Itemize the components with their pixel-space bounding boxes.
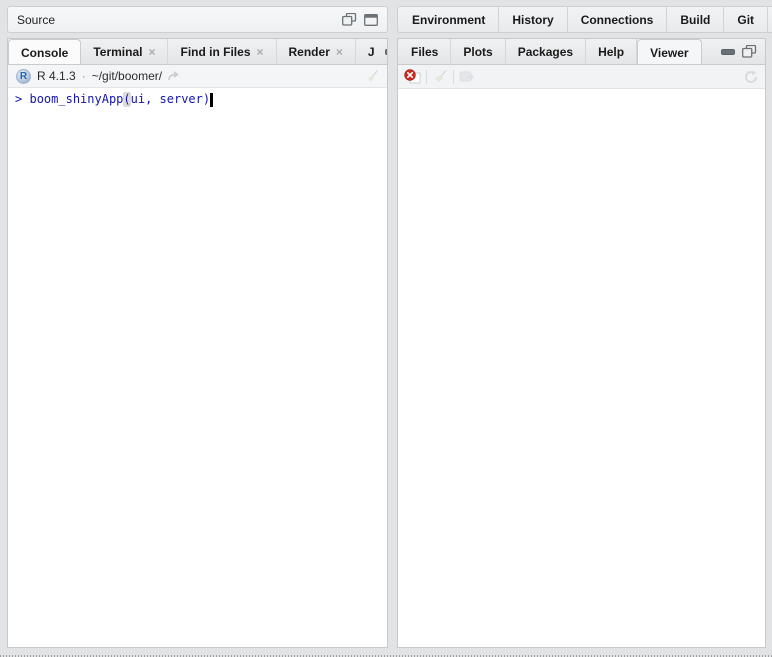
- tab-help-label: Help: [598, 44, 625, 59]
- source-pane-title: Source: [17, 12, 56, 27]
- viewer-toolbar: [398, 65, 765, 89]
- environment-pane-tabstrip: Environment History Connections Build Gi…: [397, 6, 772, 33]
- refresh-icon[interactable]: [743, 69, 759, 85]
- clear-console-broom-icon[interactable]: [364, 69, 379, 84]
- toolbar-separator: [426, 69, 427, 84]
- close-icon[interactable]: ×: [257, 46, 264, 58]
- space-literal: [22, 92, 29, 107]
- tab-history-label: History: [512, 12, 554, 27]
- tab-plots-label: Plots: [463, 44, 493, 59]
- tab-files[interactable]: Files: [398, 39, 452, 64]
- r-logo-icon: R: [16, 68, 31, 84]
- tab-git-label: Git: [737, 12, 755, 27]
- maximize-window-icon[interactable]: [364, 13, 378, 26]
- console-tabbar: Console Terminal × Find in Files × Rende…: [8, 39, 387, 65]
- minimize-pane-icon[interactable]: [721, 48, 735, 55]
- console-input-line[interactable]: > boom_shinyApp(ui, server): [15, 92, 380, 107]
- console-panel: Console Terminal × Find in Files × Rende…: [7, 38, 388, 648]
- viewer-content-area[interactable]: [398, 89, 765, 647]
- console-code-args: ui, server): [130, 92, 211, 106]
- tab-build[interactable]: Build: [667, 7, 725, 32]
- text-cursor: [210, 92, 214, 107]
- toolbar-separator: [453, 69, 454, 84]
- tab-packages[interactable]: Packages: [506, 39, 587, 64]
- tab-jobs-label: J: [367, 44, 375, 59]
- tab-packages-label: Packages: [517, 44, 574, 59]
- separator-dot: ·: [81, 69, 86, 83]
- tab-tutorial-truncated[interactable]: Tutor: [768, 7, 772, 32]
- tab-viewer-label: Viewer: [650, 45, 689, 60]
- tab-terminal[interactable]: Terminal ×: [81, 39, 169, 64]
- tab-connections-label: Connections: [580, 12, 654, 27]
- close-icon[interactable]: ×: [148, 46, 155, 58]
- tab-git[interactable]: Git: [724, 7, 769, 32]
- tab-render-label: Render: [288, 44, 330, 59]
- tab-history[interactable]: History: [499, 7, 568, 32]
- tab-build-label: Build: [680, 12, 711, 27]
- tab-help[interactable]: Help: [586, 39, 638, 64]
- tab-environment[interactable]: Environment: [398, 7, 500, 32]
- tab-connections[interactable]: Connections: [568, 7, 668, 32]
- discard-viewer-content-icon[interactable]: [404, 69, 421, 84]
- tab-files-label: Files: [411, 44, 439, 59]
- console-code-paren: (: [123, 92, 131, 107]
- maximize-pane-icon[interactable]: [742, 45, 757, 58]
- close-icon[interactable]: ×: [336, 46, 343, 58]
- viewer-tabbar: Files Plots Packages Help Viewer: [398, 39, 765, 65]
- clear-all-broom-icon[interactable]: [432, 69, 448, 84]
- tab-console[interactable]: Console: [8, 39, 82, 64]
- export-publish-icon[interactable]: [459, 70, 475, 83]
- tab-console-label: Console: [21, 45, 69, 60]
- console-status-strip: R R 4.1.3 · ~/git/boomer/: [8, 65, 387, 88]
- console-output-area[interactable]: > boom_shinyApp(ui, server): [8, 88, 387, 647]
- console-prompt: >: [15, 92, 23, 106]
- tab-environment-label: Environment: [412, 12, 486, 27]
- r-version-label: R 4.1.3: [37, 69, 76, 83]
- tab-render[interactable]: Render ×: [277, 39, 356, 64]
- restore-windows-icon[interactable]: [342, 13, 357, 26]
- viewer-panel: Files Plots Packages Help Viewer: [397, 38, 766, 648]
- working-directory-label[interactable]: ~/git/boomer/: [92, 69, 162, 83]
- tab-find-in-files-label: Find in Files: [180, 44, 251, 59]
- goto-directory-icon[interactable]: [168, 70, 181, 82]
- source-pane-header[interactable]: Source: [7, 6, 388, 33]
- tab-viewer[interactable]: Viewer: [637, 39, 702, 64]
- minimize-pane-icon[interactable]: [384, 48, 387, 55]
- console-code-fn: boom_shinyApp: [29, 92, 124, 106]
- tab-find-in-files[interactable]: Find in Files ×: [168, 39, 277, 64]
- tab-terminal-label: Terminal: [93, 44, 143, 59]
- tab-plots[interactable]: Plots: [451, 39, 506, 64]
- tab-jobs-truncated[interactable]: J: [356, 39, 377, 64]
